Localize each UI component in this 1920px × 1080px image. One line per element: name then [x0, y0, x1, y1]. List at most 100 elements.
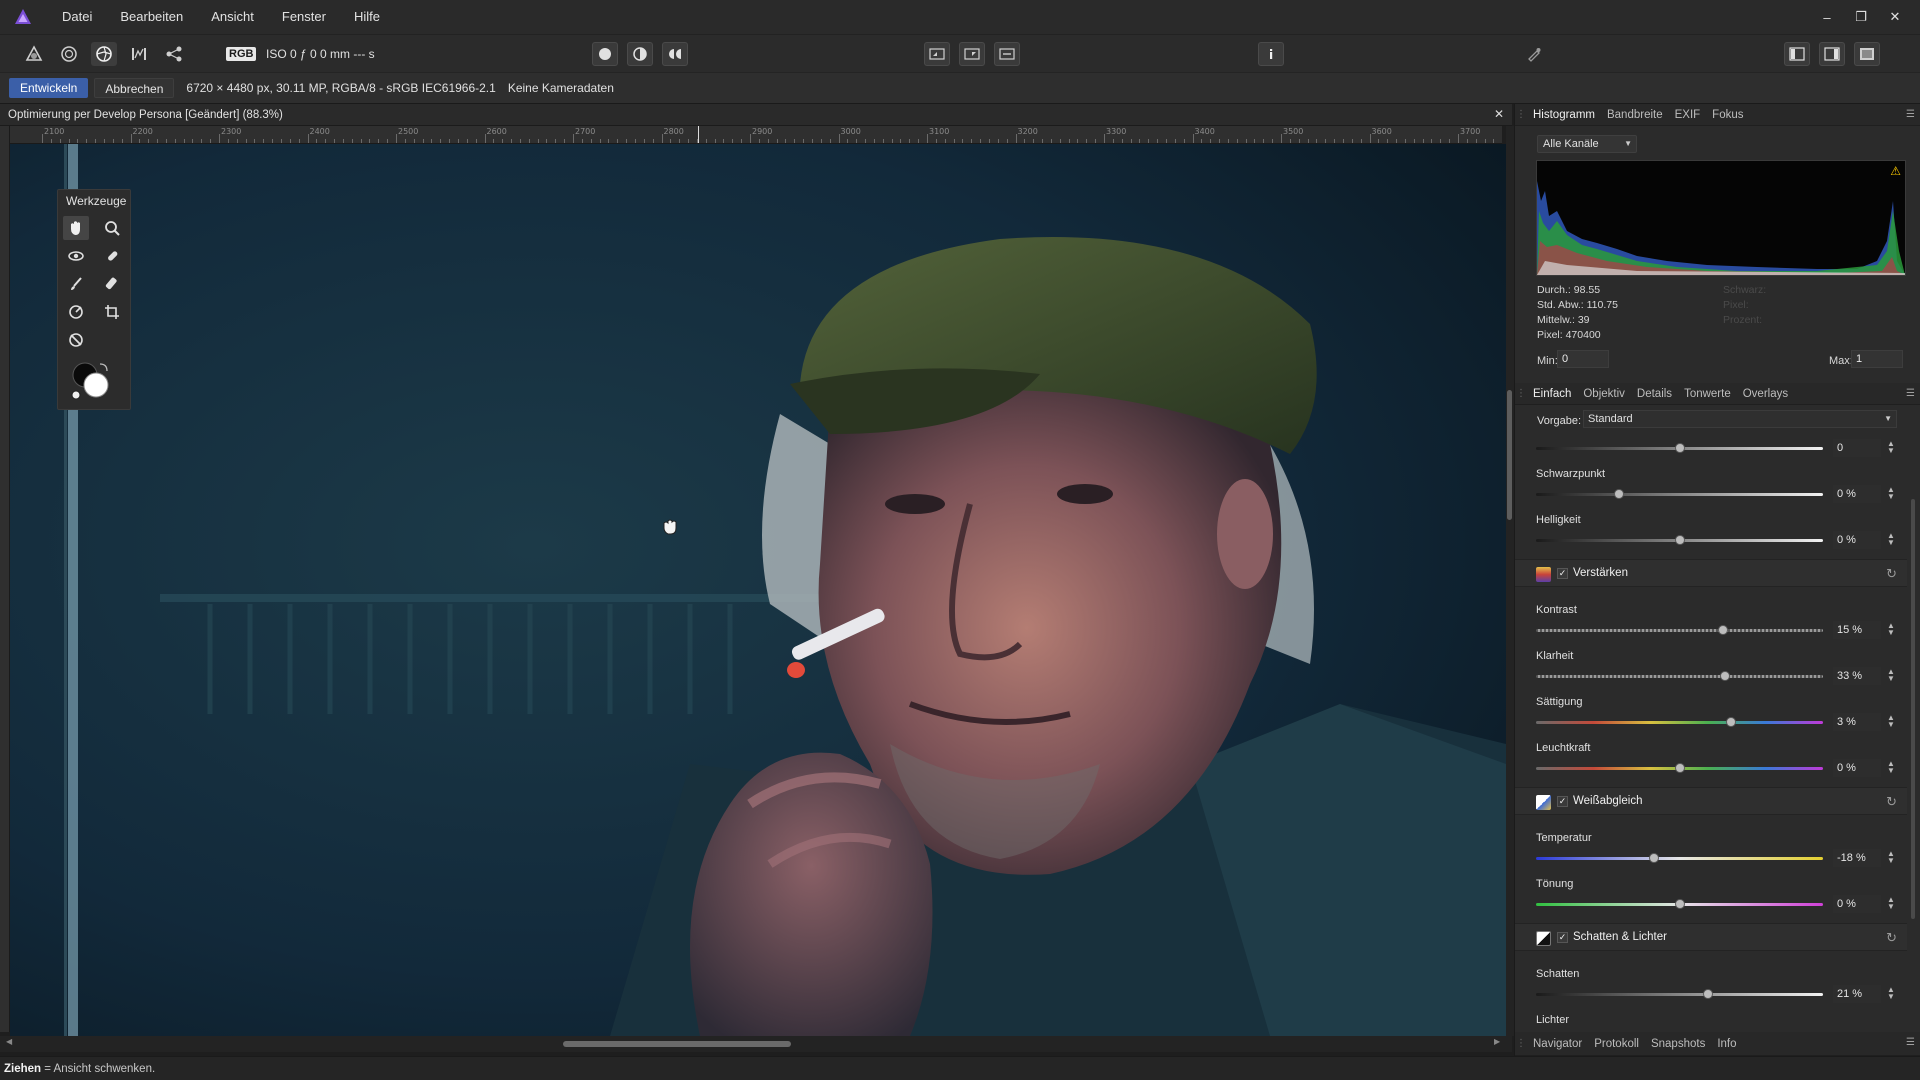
- mirror-view-icon[interactable]: [662, 42, 688, 66]
- clarity-slider[interactable]: [1536, 671, 1823, 681]
- saturation-slider[interactable]: [1536, 717, 1823, 727]
- menu-fenster[interactable]: Fenster: [268, 0, 340, 34]
- tab-history[interactable]: Protokoll: [1588, 1033, 1645, 1055]
- panel-grip-icon[interactable]: ⋮: [1515, 383, 1527, 405]
- cancel-button[interactable]: Abbrechen: [94, 78, 175, 98]
- brightness-value[interactable]: 0 %: [1833, 531, 1881, 549]
- hand-tool-icon[interactable]: [63, 216, 89, 240]
- tab-basic[interactable]: Einfach: [1527, 383, 1577, 405]
- develop-button[interactable]: Entwickeln: [9, 78, 89, 98]
- tab-info[interactable]: Info: [1711, 1033, 1742, 1055]
- tab-navigator[interactable]: Navigator: [1527, 1033, 1588, 1055]
- left-studio-toggle-icon[interactable]: [1784, 42, 1810, 66]
- info-icon[interactable]: [1258, 42, 1284, 66]
- contrast-slider[interactable]: [1536, 625, 1823, 635]
- affinity-photo-logo-icon[interactable]: [12, 6, 34, 28]
- blemish-tool-icon[interactable]: [99, 244, 125, 268]
- stepper-icon[interactable]: ▲ ▼: [1887, 622, 1895, 637]
- panel-menu-icon[interactable]: ☰: [1906, 1037, 1915, 1048]
- split-view-icon[interactable]: [627, 42, 653, 66]
- overlay-erase-tool-icon[interactable]: [63, 328, 89, 352]
- stepper-icon[interactable]: ▲ ▼: [1887, 440, 1895, 455]
- stepper-icon[interactable]: ▲ ▼: [1887, 760, 1895, 775]
- panel-grip-icon[interactable]: ⋮: [1515, 104, 1527, 126]
- slider-knob[interactable]: [1674, 535, 1685, 545]
- exposure-slider[interactable]: [1536, 443, 1823, 453]
- min-input[interactable]: 0: [1557, 350, 1609, 368]
- tab-snapshots[interactable]: Snapshots: [1645, 1033, 1711, 1055]
- clipping-tones-icon[interactable]: [994, 42, 1020, 66]
- vertical-scrollbar[interactable]: [1506, 126, 1514, 1036]
- tab-lens[interactable]: Objektiv: [1577, 383, 1631, 405]
- temperature-slider[interactable]: [1536, 853, 1823, 863]
- exposure-value[interactable]: 0: [1833, 439, 1881, 457]
- slider-knob[interactable]: [1648, 853, 1659, 863]
- slider-knob[interactable]: [1674, 763, 1685, 773]
- channel-dropdown[interactable]: Alle Kanäle ▼: [1537, 135, 1637, 153]
- panel-scroll-thumb[interactable]: [1911, 499, 1915, 919]
- minimize-icon[interactable]: –: [1810, 10, 1844, 25]
- stepper-icon[interactable]: ▲ ▼: [1887, 532, 1895, 547]
- slider-knob[interactable]: [1674, 443, 1685, 453]
- preset-dropdown[interactable]: Standard ▼: [1583, 410, 1897, 428]
- vertical-scroll-thumb[interactable]: [1507, 390, 1512, 520]
- tint-slider[interactable]: [1536, 899, 1823, 909]
- tab-details[interactable]: Details: [1631, 383, 1678, 405]
- menu-ansicht[interactable]: Ansicht: [197, 0, 268, 34]
- white-balance-section[interactable]: ✓ Weißabgleich ↻: [1515, 787, 1907, 815]
- slider-knob[interactable]: [1717, 625, 1728, 635]
- panel-menu-icon[interactable]: ☰: [1906, 109, 1915, 120]
- liquify-persona-icon[interactable]: [56, 42, 82, 66]
- retouch-tool-icon[interactable]: [99, 272, 125, 296]
- tab-histogram[interactable]: Histogramm: [1527, 104, 1601, 126]
- panel-grip-icon[interactable]: ⋮: [1515, 1033, 1527, 1055]
- slider-knob[interactable]: [1726, 717, 1737, 727]
- vibrance-value[interactable]: 0 %: [1833, 759, 1881, 777]
- stepper-icon[interactable]: ▲ ▼: [1887, 986, 1895, 1001]
- shadows-highlights-checkbox[interactable]: ✓: [1557, 932, 1568, 943]
- color-swatches[interactable]: [70, 358, 116, 402]
- vibrance-slider[interactable]: [1536, 763, 1823, 773]
- panel-scrollbar[interactable]: [1909, 439, 1917, 1034]
- shadows-slider[interactable]: [1536, 989, 1823, 999]
- reset-icon[interactable]: ↻: [1886, 930, 1897, 946]
- gradient-tool-icon[interactable]: [63, 300, 89, 324]
- horizontal-scrollbar[interactable]: ◀ ▶: [0, 1036, 1512, 1052]
- enhance-section[interactable]: ✓ Verstärken ↻: [1515, 559, 1907, 587]
- panel-menu-icon[interactable]: ☰: [1906, 388, 1915, 399]
- tint-value[interactable]: 0 %: [1833, 895, 1881, 913]
- stepper-icon[interactable]: ▲ ▼: [1887, 896, 1895, 911]
- reset-icon[interactable]: ↻: [1886, 566, 1897, 582]
- assistant-icon[interactable]: [1521, 42, 1547, 66]
- tab-focus[interactable]: Fokus: [1706, 104, 1749, 126]
- restore-icon[interactable]: ❐: [1844, 9, 1878, 25]
- temperature-value[interactable]: -18 %: [1833, 849, 1881, 867]
- warning-icon[interactable]: ⚠: [1890, 164, 1901, 178]
- enhance-checkbox[interactable]: ✓: [1557, 568, 1568, 579]
- saturation-value[interactable]: 3 %: [1833, 713, 1881, 731]
- scroll-right-icon[interactable]: ▶: [1494, 1037, 1500, 1046]
- menu-datei[interactable]: Datei: [48, 0, 106, 34]
- view-single-icon[interactable]: [592, 42, 618, 66]
- slider-knob[interactable]: [1720, 671, 1731, 681]
- scroll-left-icon[interactable]: ◀: [6, 1037, 12, 1046]
- slider-knob[interactable]: [1674, 899, 1685, 909]
- tab-exif[interactable]: EXIF: [1669, 104, 1707, 126]
- slider-knob[interactable]: [1614, 489, 1625, 499]
- zoom-tool-icon[interactable]: [99, 216, 125, 240]
- shadows-highlights-section[interactable]: ✓ Schatten & Lichter ↻: [1515, 923, 1907, 951]
- stepper-icon[interactable]: ▲ ▼: [1887, 714, 1895, 729]
- stepper-icon[interactable]: ▲ ▼: [1887, 668, 1895, 683]
- brightness-slider[interactable]: [1536, 535, 1823, 545]
- tab-tones[interactable]: Tonwerte: [1678, 383, 1737, 405]
- develop-persona-icon[interactable]: [91, 42, 117, 66]
- brush-tool-icon[interactable]: [63, 272, 89, 296]
- fullscreen-toggle-icon[interactable]: [1854, 42, 1880, 66]
- blackpoint-slider[interactable]: [1536, 489, 1823, 499]
- stepper-icon[interactable]: ▲ ▼: [1887, 850, 1895, 865]
- horizontal-scroll-thumb[interactable]: [563, 1041, 791, 1047]
- clipping-shadows-icon[interactable]: [959, 42, 985, 66]
- clipping-highlights-icon[interactable]: [924, 42, 950, 66]
- blackpoint-value[interactable]: 0 %: [1833, 485, 1881, 503]
- crop-tool-icon[interactable]: [99, 300, 125, 324]
